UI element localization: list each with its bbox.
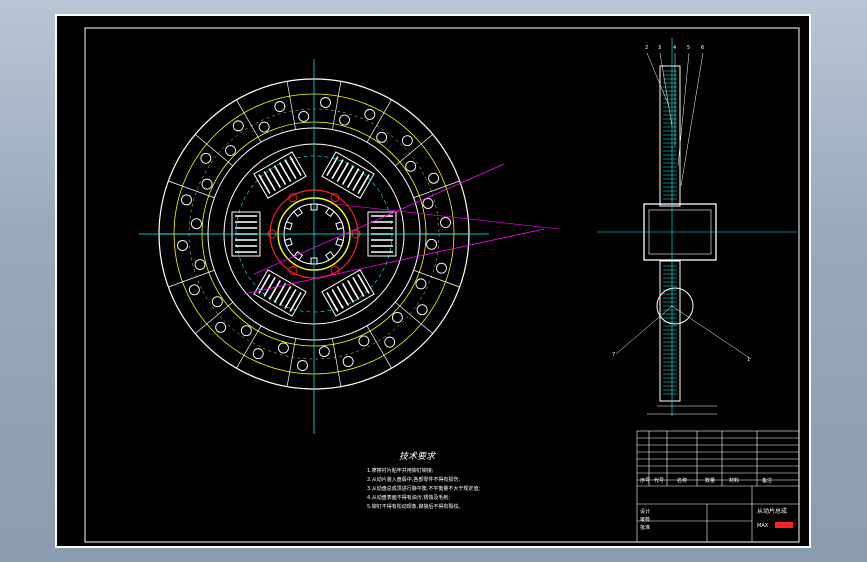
signature-label: 批准	[640, 524, 650, 531]
title-header-label: 数量	[705, 477, 715, 484]
segment-line	[168, 269, 215, 288]
rivet-hole	[298, 110, 310, 122]
rivet-hole	[190, 218, 202, 230]
segment-line	[195, 301, 234, 334]
rivet-hole	[415, 278, 427, 290]
rivet-hole	[252, 348, 264, 360]
front-view-disc	[139, 59, 560, 434]
tech-note: 1.摩擦衬片粘牢并用铆钉铆接;	[367, 467, 434, 474]
spline-tooth	[324, 250, 335, 261]
title-header-label: 材料	[729, 477, 739, 484]
callout-number: 3	[658, 45, 661, 51]
title-header-label: 代号	[654, 477, 664, 484]
spline-tooth	[335, 221, 345, 231]
spring-window	[321, 269, 375, 317]
tech-title: 技术要求	[399, 451, 436, 462]
callout-number: 4	[673, 45, 676, 51]
title-block	[636, 430, 800, 543]
rivet-hole	[215, 321, 227, 333]
tech-note: 3.从动盘总成须进行静平衡,不平衡量不大于规定值;	[367, 485, 480, 492]
spline-tooth	[324, 207, 335, 218]
rivet-hole	[225, 145, 237, 157]
signature-label: 审核	[640, 516, 650, 523]
rivet-hole	[177, 240, 188, 251]
rivet-hole	[258, 121, 270, 133]
rivet-hole	[181, 194, 192, 206]
spline-tooth	[335, 237, 345, 247]
rivet-hole	[405, 160, 417, 172]
rivet-hole	[440, 217, 451, 228]
title-header-label: 序号	[640, 477, 650, 484]
callout-number: 5	[687, 45, 690, 51]
spring-window	[253, 151, 307, 199]
segment-line	[394, 301, 433, 334]
cad-viewport[interactable]: 2 3 4 5 6 7 1 技术要求 1.摩擦衬片粘牢并用铆钉铆接; 2.从动片装入盘毂中,各…	[0, 0, 867, 562]
drawing-canvas: 2 3 4 5 6 7 1 技术要求 1.摩擦衬片粘牢并用铆钉铆接; 2.从动片装入盘毂中,各…	[84, 27, 800, 543]
rivet-hole	[376, 131, 388, 143]
rivet-hole	[391, 311, 403, 323]
rivet-hole	[426, 238, 438, 250]
technical-requirements: 技术要求 1.摩擦衬片粘牢并用铆钉铆接; 2.从动片装入盘毂中,各部零件不得有损伤…	[367, 451, 480, 510]
rivet-hole	[384, 336, 396, 348]
callout-number: 2	[645, 45, 648, 51]
segment-line	[394, 134, 433, 167]
rivet-hole	[278, 342, 289, 354]
rivet-hole	[232, 120, 244, 132]
rivet-hole	[320, 97, 331, 108]
drawing-name: 从动片总成	[757, 507, 787, 515]
rivet-hole	[318, 346, 330, 358]
rivet-hole	[436, 262, 447, 274]
brand-mark: MAX	[757, 523, 769, 529]
spring-window	[253, 269, 307, 317]
rivet-hole	[342, 356, 354, 367]
spline-tooth	[283, 237, 293, 247]
spline-tooth	[293, 207, 304, 218]
rivet-hole	[188, 284, 200, 296]
tech-note: 2.从动片装入盘毂中,各部零件不得有损伤;	[367, 476, 460, 483]
rivet-hole	[274, 101, 286, 112]
segment-line	[286, 81, 296, 130]
rivet-hole	[422, 198, 434, 209]
segment-line	[413, 180, 460, 199]
drawing-sheet: 2 3 4 5 6 7 1 技术要求 1.摩擦衬片粘牢并用铆钉铆接; 2.从动片装入盘毂中,各…	[55, 14, 811, 548]
rivet-hole	[428, 172, 440, 184]
rivet-hole	[201, 178, 213, 190]
spline-tooth	[283, 221, 293, 231]
rivet-hole	[194, 259, 206, 270]
rivet-hole	[200, 152, 212, 164]
segment-line	[195, 134, 234, 167]
rivet-hole	[364, 108, 376, 120]
tech-note: 5.铆钉不得有松动现象,铆接后不得有裂纹。	[367, 503, 463, 510]
signature-label: 设计	[640, 508, 650, 515]
section-hatching-lower	[663, 265, 677, 395]
tech-note: 4.从动盘表面不得有油污,锈蚀及毛刺;	[367, 494, 450, 501]
brand-accent	[775, 522, 793, 528]
title-header-label: 备注	[762, 477, 772, 484]
rivet-hole	[297, 360, 308, 371]
rivet-hole	[339, 114, 350, 126]
callout-number: 7	[612, 352, 615, 358]
callout-number: 1	[747, 357, 750, 363]
callout-number: 6	[701, 45, 704, 51]
segment-line	[332, 338, 342, 387]
spring-window	[321, 151, 375, 199]
title-header-label: 名称	[677, 477, 687, 484]
rivet-hole	[401, 135, 413, 147]
rivet-hole	[240, 325, 252, 337]
rivet-hole	[416, 304, 428, 316]
rivet-hole	[358, 335, 370, 347]
rivet-hole	[211, 296, 223, 308]
